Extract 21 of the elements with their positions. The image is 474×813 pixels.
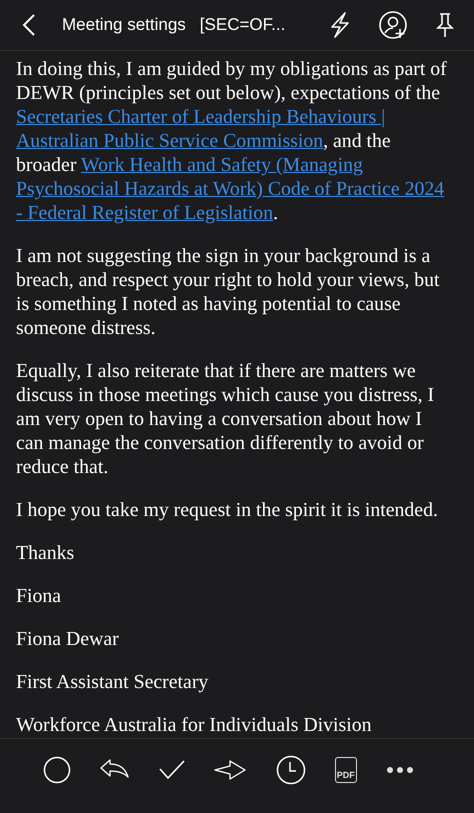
body-text: Fiona Dewar	[16, 627, 120, 651]
link[interactable]: Secretaries Charter of Leadership Behaviours |	[16, 106, 386, 128]
pdf-icon[interactable]: PDF	[334, 757, 357, 783]
body-text: Equally, I also reiterate that if there are matters we discuss in those meetings which cause you distress, I am very open to having a conversation about how I can manage the conversation differently to avoid or reduce that.	[16, 359, 436, 479]
message-subject: [SEC=OF...	[200, 15, 286, 35]
link[interactable]: Australian Public Service Commission	[16, 130, 324, 152]
body-text: I hope you take my request in the spirit it is intended.	[16, 498, 439, 522]
body-text: I am not suggesting the sign in your background is a breach, and respect your right to hold your views, but is something I noted as having potential to cause someone distress.	[16, 244, 441, 340]
link[interactable]: Work Health and Safety (Managing	[81, 154, 363, 176]
body-text: , and the	[323, 130, 391, 152]
body-text: .	[273, 202, 278, 224]
link[interactable]: Psychosocial Hazards at Work) Code of Practice 2024	[16, 178, 444, 200]
body-text: broader	[16, 154, 78, 176]
message-title: Meeting settings	[62, 15, 186, 35]
body-text: DEWR (principles set out below), expectations of the	[16, 82, 440, 104]
body-text: Fiona	[16, 584, 62, 608]
body-text: In doing this, I am guided by my obligations as part of	[16, 58, 447, 80]
body-text: First Assistant Secretary	[16, 670, 210, 694]
body-text: Thanks	[16, 541, 76, 565]
link[interactable]: - Federal Register of Legislation	[16, 202, 274, 224]
body-text: Workforce Australia for Individuals Division	[16, 713, 372, 737]
